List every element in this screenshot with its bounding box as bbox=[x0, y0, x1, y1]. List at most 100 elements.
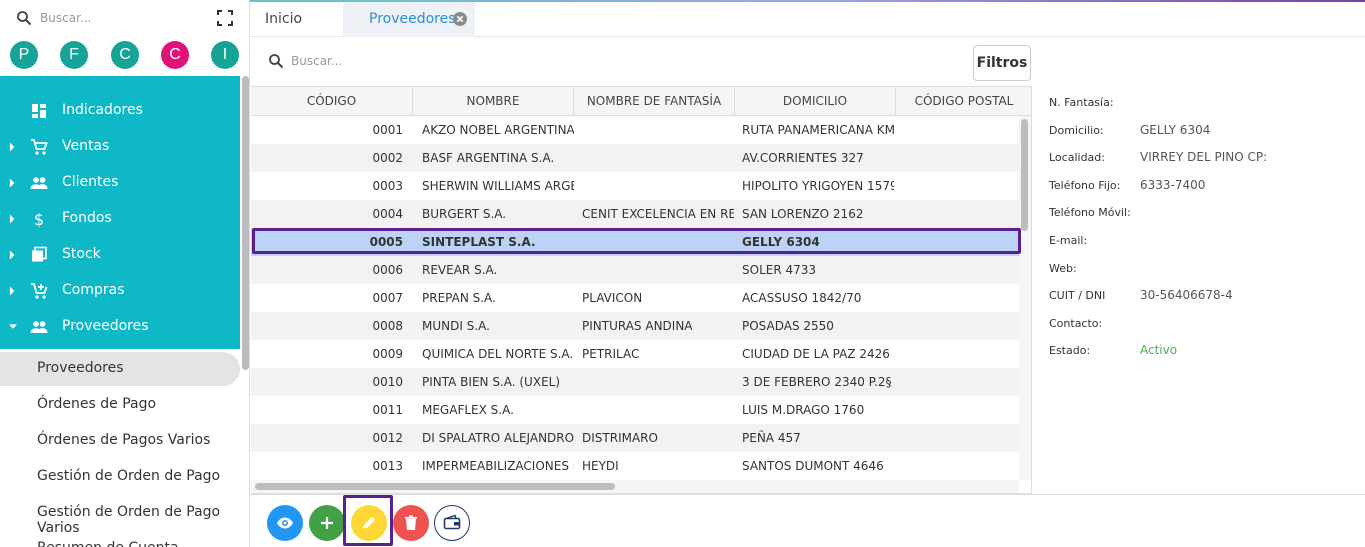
detail-label: Teléfono Fijo: bbox=[1049, 179, 1121, 192]
cell-fantasy-name: PLAVICON bbox=[582, 291, 643, 305]
chevron-right-icon bbox=[9, 214, 15, 224]
sidebar-subitem[interactable]: Proveedores bbox=[0, 352, 240, 386]
detail-label: Estado: bbox=[1049, 344, 1091, 357]
detail-label: Localidad: bbox=[1049, 151, 1105, 164]
table-row[interactable]: 0009 QUIMICA DEL NORTE S.A. (I PETRILAC CIU… bbox=[251, 340, 1019, 368]
table-row[interactable]: 0011 MEGAFLEX S.A. LUIS M.DRAGO 1760 bbox=[251, 396, 1019, 424]
tab-proveedores[interactable]: Proveedores bbox=[343, 2, 475, 37]
grid-horizontal-scrollbar[interactable] bbox=[251, 480, 1019, 493]
column-header-name[interactable]: NOMBRE bbox=[413, 87, 574, 116]
people-icon bbox=[30, 321, 48, 333]
filters-button[interactable]: Filtros bbox=[973, 45, 1031, 81]
avatar[interactable]: C bbox=[111, 41, 139, 69]
sidebar-item-label: Ventas bbox=[62, 138, 110, 154]
delete-button[interactable] bbox=[393, 505, 429, 541]
sidebar-subitem[interactable]: Gestión de Orden de Pago bbox=[0, 460, 240, 494]
eye-icon bbox=[277, 517, 293, 529]
sidebar-item-fondos[interactable]: $ Fondos bbox=[0, 201, 240, 237]
suppliers-grid: CÓDIGO NOMBRE NOMBRE DE FANTASÍA DOMICIL… bbox=[251, 86, 1032, 494]
sidebar-subitem[interactable]: Resumen de Cuenta Corriente bbox=[0, 532, 240, 547]
table-row[interactable]: 0013 IMPERMEABILIZACIONES N HEYDI SANTOS DU… bbox=[251, 452, 1019, 480]
avatar[interactable]: F bbox=[60, 41, 88, 69]
cell-address: HIPOLITO YRIGOYEN 1579 bbox=[742, 179, 894, 193]
edit-button[interactable] bbox=[351, 505, 387, 541]
cell-code: 0010 bbox=[372, 375, 403, 389]
table-row[interactable]: 0006 REVEAR S.A. SOLER 4733 bbox=[251, 256, 1019, 284]
cell-code: 0007 bbox=[372, 291, 403, 305]
sidebar-item-indicadores[interactable]: Indicadores bbox=[0, 93, 240, 129]
grid-search-input[interactable]: Buscar... bbox=[266, 50, 666, 74]
payment-button[interactable] bbox=[434, 505, 470, 541]
action-toolbar bbox=[251, 494, 1365, 547]
detail-label: Web: bbox=[1049, 262, 1077, 275]
sidebar-item-label: Clientes bbox=[62, 174, 119, 190]
table-row[interactable]: 0005 SINTEPLAST S.A. GELLY 6304 bbox=[251, 228, 1019, 256]
sidebar-subitem[interactable]: Gestión de Orden de Pago Varios bbox=[0, 496, 240, 536]
table-row[interactable]: 0004 BURGERT S.A. CENIT EXCELENCIA EN RECU… bbox=[251, 200, 1019, 228]
cell-name: DI SPALATRO ALEJANDRO bbox=[422, 431, 574, 445]
table-row[interactable]: 0012 DI SPALATRO ALEJANDRO DISTRIMARO PEÑA … bbox=[251, 424, 1019, 452]
search-icon bbox=[269, 54, 284, 69]
cell-name: MEGAFLEX S.A. bbox=[422, 403, 514, 417]
avatar[interactable]: I bbox=[211, 41, 239, 69]
sidebar-search[interactable]: Buscar... bbox=[10, 8, 240, 30]
avatar[interactable]: C bbox=[161, 41, 189, 69]
cell-address: AV.CORRIENTES 327 bbox=[742, 151, 864, 165]
table-row[interactable]: 0003 SHERWIN WILLIAMS ARGEN HIPOLITO YRIGO… bbox=[251, 172, 1019, 200]
tab-label: Proveedores bbox=[369, 11, 456, 27]
cell-code: 0004 bbox=[372, 207, 403, 221]
fullscreen-icon[interactable] bbox=[216, 9, 234, 27]
dashboard-icon bbox=[32, 104, 46, 118]
cell-name: SINTEPLAST S.A. bbox=[422, 235, 536, 249]
column-header-code[interactable]: CÓDIGO bbox=[251, 87, 413, 116]
cell-name: SHERWIN WILLIAMS ARGEN bbox=[422, 179, 574, 193]
column-header-address[interactable]: DOMICILIO bbox=[735, 87, 896, 116]
table-row[interactable]: 0001 AKZO NOBEL ARGENTINA S RUTA PANAMERIC… bbox=[251, 116, 1019, 144]
sidebar-item-stock[interactable]: Stock bbox=[0, 237, 240, 273]
grid-rows: 0001 AKZO NOBEL ARGENTINA S RUTA PANAMERIC… bbox=[251, 116, 1019, 480]
cell-address: POSADAS 2550 bbox=[742, 319, 834, 333]
view-button[interactable] bbox=[267, 505, 303, 541]
chevron-right-icon bbox=[9, 105, 17, 117]
detail-value: VIRREY DEL PINO CP: bbox=[1140, 150, 1268, 164]
sidebar-item-compras[interactable]: Compras bbox=[0, 273, 240, 309]
grid-search-placeholder: Buscar... bbox=[291, 54, 343, 68]
sidebar-item-clientes[interactable]: Clientes bbox=[0, 165, 240, 201]
avatar[interactable]: P bbox=[10, 41, 38, 69]
detail-value: GELLY 6304 bbox=[1140, 123, 1211, 137]
sidebar-item-proveedores[interactable]: Proveedores bbox=[0, 309, 240, 345]
detail-label: Contacto: bbox=[1049, 317, 1103, 330]
sidebar-item-label: Stock bbox=[62, 246, 101, 262]
sidebar-item-ventas[interactable]: Ventas bbox=[0, 129, 240, 165]
detail-label: CUIT / DNI bbox=[1049, 289, 1106, 302]
column-header-postal-code[interactable]: CÓDIGO POSTAL bbox=[896, 87, 1031, 116]
table-row[interactable]: 0010 PINTA BIEN S.A. (UXEL) 3 DE FEBRERO 2… bbox=[251, 368, 1019, 396]
wallet-icon bbox=[443, 514, 460, 529]
sidebar-subitem[interactable]: Órdenes de Pago bbox=[0, 388, 240, 422]
sidebar-subitem-label: Resumen de Cuenta Corriente bbox=[37, 540, 240, 547]
table-row[interactable]: 0007 PREPAN S.A. PLAVICON ACASSUSO 1842/70 bbox=[251, 284, 1019, 312]
scroll-thumb[interactable] bbox=[1021, 119, 1028, 231]
detail-label: Teléfono Móvil: bbox=[1049, 206, 1131, 219]
tab-inicio[interactable]: Inicio bbox=[265, 2, 345, 37]
chevron-right-icon bbox=[9, 250, 15, 260]
sidebar-scrollbar[interactable] bbox=[242, 76, 249, 370]
cell-name: IMPERMEABILIZACIONES N bbox=[422, 459, 574, 473]
cell-fantasy-name bbox=[582, 116, 734, 144]
close-tab-icon[interactable] bbox=[453, 12, 467, 26]
table-row[interactable]: 0002 BASF ARGENTINA S.A. AV.CORRIENTES 327 bbox=[251, 144, 1019, 172]
table-row[interactable]: 0008 MUNDI S.A. PINTURAS ANDINA POSADAS 255… bbox=[251, 312, 1019, 340]
add-button[interactable] bbox=[309, 505, 345, 541]
cell-name: REVEAR S.A. bbox=[422, 263, 498, 277]
cell-code: 0001 bbox=[372, 123, 403, 137]
scroll-thumb[interactable] bbox=[255, 483, 615, 490]
column-header-fantasy[interactable]: NOMBRE DE FANTASÍA bbox=[574, 87, 735, 116]
search-icon bbox=[17, 11, 32, 26]
cell-address: SAN LORENZO 2162 bbox=[742, 207, 864, 221]
grid-vertical-scrollbar[interactable] bbox=[1019, 116, 1031, 480]
chevron-right-icon bbox=[9, 142, 15, 152]
cell-code: 0012 bbox=[372, 431, 403, 445]
sidebar-subitem[interactable]: Órdenes de Pagos Varios bbox=[0, 424, 240, 458]
detail-label: N. Fantasía: bbox=[1049, 96, 1114, 109]
cell-code: 0006 bbox=[372, 263, 403, 277]
